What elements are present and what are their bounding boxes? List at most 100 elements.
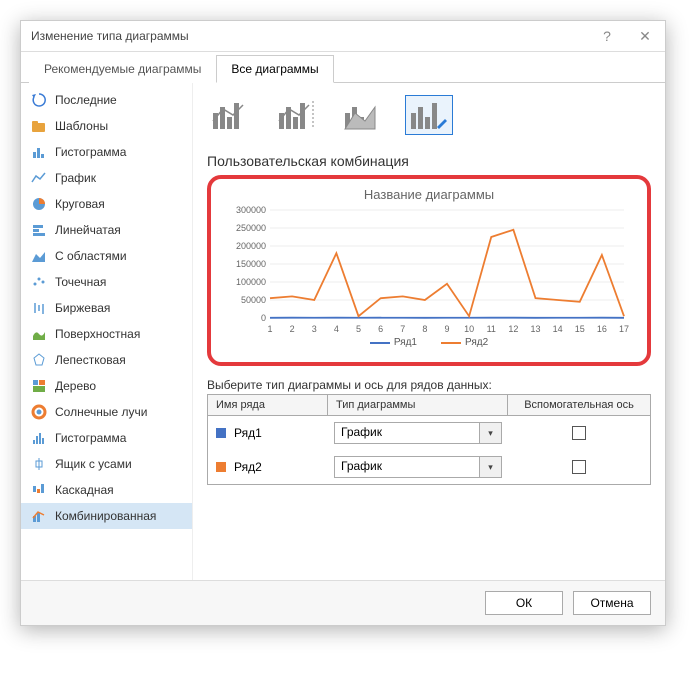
series-swatch: [216, 462, 226, 472]
sidebar-item-label: Поверхностная: [55, 327, 140, 341]
secondary-axis-checkbox[interactable]: [572, 460, 586, 474]
svg-text:15: 15: [575, 324, 585, 334]
dialog-footer: ОК Отмена: [21, 580, 665, 625]
secondary-axis-checkbox[interactable]: [572, 426, 586, 440]
waterfall-icon: [31, 482, 47, 498]
sidebar-item-pie[interactable]: Круговая: [21, 191, 192, 217]
series-name: Ряд2: [234, 460, 328, 474]
chevron-down-icon: ▾: [479, 423, 501, 443]
radar-icon: [31, 352, 47, 368]
combo-subtype-row: [207, 95, 651, 135]
sidebar-item-box[interactable]: Ящик с усами: [21, 451, 192, 477]
svg-text:1: 1: [267, 324, 272, 334]
sidebar-item-stock[interactable]: Биржевая: [21, 295, 192, 321]
svg-text:250000: 250000: [236, 223, 266, 233]
sidebar-item-hbar[interactable]: Линейчатая: [21, 217, 192, 243]
svg-text:8: 8: [422, 324, 427, 334]
combo-subtype-4-custom[interactable]: [405, 95, 453, 135]
sidebar-item-line[interactable]: График: [21, 165, 192, 191]
bar-icon: [31, 144, 47, 160]
sidebar-item-combo[interactable]: Комбинированная: [21, 503, 192, 529]
sidebar-item-tree[interactable]: Дерево: [21, 373, 192, 399]
sidebar-item-recent[interactable]: Последние: [21, 87, 192, 113]
templates-icon: [31, 118, 47, 134]
sidebar-item-waterfall[interactable]: Каскадная: [21, 477, 192, 503]
legend-series-1: Ряд1: [394, 337, 417, 348]
header-type: Тип диаграммы: [328, 395, 508, 415]
tab-recommended[interactable]: Рекомендуемые диаграммы: [29, 55, 216, 83]
svg-text:4: 4: [334, 324, 339, 334]
svg-text:300000: 300000: [236, 205, 266, 215]
svg-text:13: 13: [530, 324, 540, 334]
sidebar-item-label: Линейчатая: [55, 223, 121, 237]
sidebar-item-area[interactable]: С областями: [21, 243, 192, 269]
sidebar-item-label: Каскадная: [55, 483, 114, 497]
hbar-icon: [31, 222, 47, 238]
ok-button[interactable]: ОК: [485, 591, 563, 615]
svg-text:17: 17: [619, 324, 629, 334]
config-label: Выберите тип диаграммы и ось для рядов д…: [207, 378, 651, 392]
sidebar-item-label: Гистограмма: [55, 431, 126, 445]
svg-text:14: 14: [553, 324, 563, 334]
section-title: Пользовательская комбинация: [207, 153, 651, 169]
cancel-button[interactable]: Отмена: [573, 591, 651, 615]
svg-text:2: 2: [290, 324, 295, 334]
svg-text:16: 16: [597, 324, 607, 334]
sidebar-item-label: Ящик с усами: [55, 457, 132, 471]
header-name: Имя ряда: [208, 395, 328, 415]
sidebar-item-surface[interactable]: Поверхностная: [21, 321, 192, 347]
sidebar-item-label: Биржевая: [55, 301, 110, 315]
series-type-dropdown[interactable]: График ▾: [334, 422, 502, 444]
histogram-icon: [31, 430, 47, 446]
series-name: Ряд1: [234, 426, 328, 440]
svg-text:200000: 200000: [236, 241, 266, 251]
chart-legend: Ряд1 Ряд2: [221, 337, 637, 348]
combo-subtype-2[interactable]: [273, 95, 321, 135]
sidebar-item-label: Шаблоны: [55, 119, 108, 133]
help-button[interactable]: ?: [597, 29, 617, 43]
combo-subtype-3[interactable]: [339, 95, 387, 135]
main-panel: Пользовательская комбинация Название диа…: [193, 83, 665, 580]
sidebar-item-radar[interactable]: Лепестковая: [21, 347, 192, 373]
close-button[interactable]: ✕: [635, 29, 655, 43]
svg-text:150000: 150000: [236, 259, 266, 269]
chart-title: Название диаграммы: [221, 187, 637, 202]
sidebar-item-sunburst[interactable]: Солнечные лучи: [21, 399, 192, 425]
chart-preview: Название диаграммы 0 50000 100000 150000 200…: [207, 175, 651, 366]
recent-icon: [31, 92, 47, 108]
sidebar-item-label: Солнечные лучи: [55, 405, 147, 419]
sidebar-item-bar[interactable]: Гистограмма: [21, 139, 192, 165]
svg-text:9: 9: [444, 324, 449, 334]
tab-bar: Рекомендуемые диаграммы Все диаграммы: [21, 54, 665, 83]
sidebar-item-label: С областями: [55, 249, 127, 263]
combo-subtype-1[interactable]: [207, 95, 255, 135]
svg-text:11: 11: [487, 324, 496, 334]
svg-text:5: 5: [356, 324, 361, 334]
svg-text:12: 12: [508, 324, 518, 334]
box-icon: [31, 456, 47, 472]
sidebar-item-histogram[interactable]: Гистограмма: [21, 425, 192, 451]
dialog-title: Изменение типа диаграммы: [31, 29, 189, 43]
sidebar-item-templates[interactable]: Шаблоны: [21, 113, 192, 139]
line-icon: [31, 170, 47, 186]
scatter-icon: [31, 274, 47, 290]
dropdown-value: График: [335, 423, 479, 443]
header-aux: Вспомогательная ось: [508, 395, 650, 415]
series-row-2: Ряд2 График ▾: [208, 450, 650, 484]
tab-all-charts[interactable]: Все диаграммы: [216, 55, 333, 83]
chevron-down-icon: ▾: [479, 457, 501, 477]
svg-text:50000: 50000: [241, 295, 266, 305]
series-row-1: Ряд1 График ▾: [208, 416, 650, 450]
sidebar-item-label: Последние: [55, 93, 117, 107]
surface-icon: [31, 326, 47, 342]
pie-icon: [31, 196, 47, 212]
svg-text:0: 0: [261, 313, 266, 323]
chart-type-sidebar: ПоследниеШаблоныГистограммаГрафикКругова…: [21, 83, 193, 580]
svg-text:100000: 100000: [236, 277, 266, 287]
sidebar-item-scatter[interactable]: Точечная: [21, 269, 192, 295]
svg-text:6: 6: [378, 324, 383, 334]
sidebar-item-label: Точечная: [55, 275, 106, 289]
series-type-dropdown[interactable]: График ▾: [334, 456, 502, 478]
svg-text:7: 7: [400, 324, 405, 334]
series-config-table: Имя ряда Тип диаграммы Вспомогательная о…: [207, 394, 651, 485]
